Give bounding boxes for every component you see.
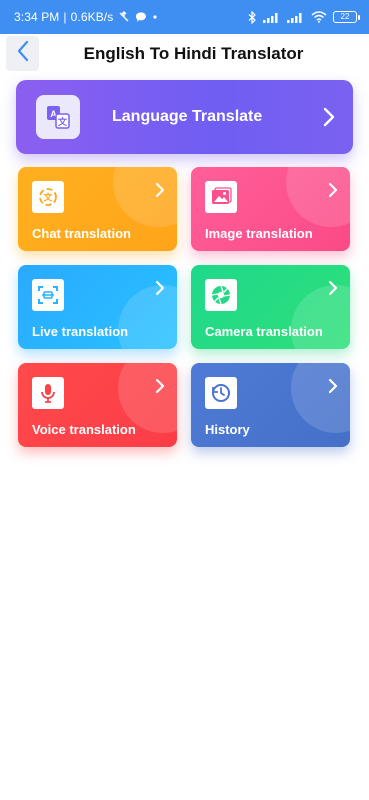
scan-icon bbox=[32, 279, 64, 311]
signal-icon bbox=[263, 12, 281, 23]
chevron-right-icon bbox=[323, 107, 335, 132]
chat-translation-button[interactable]: 文 Chat translation bbox=[18, 167, 177, 251]
battery-icon: 22 bbox=[333, 11, 360, 23]
card-label: Image translation bbox=[205, 226, 313, 241]
chevron-right-icon bbox=[328, 280, 338, 301]
status-left: 3:34 PM | 0.6KB/s bbox=[14, 10, 248, 24]
battery-level: 22 bbox=[340, 12, 350, 21]
language-translate-button[interactable]: A 文 Language Translate bbox=[16, 80, 353, 154]
svg-text:文: 文 bbox=[57, 116, 68, 128]
status-bar: 3:34 PM | 0.6KB/s 22 bbox=[0, 0, 369, 34]
status-time: 3:34 PM bbox=[14, 10, 60, 24]
image-translation-button[interactable]: Image translation bbox=[191, 167, 350, 251]
decor-bubble bbox=[291, 363, 350, 433]
no-data-icon bbox=[117, 10, 131, 24]
chat-translate-icon: 文 bbox=[32, 181, 64, 213]
decor-bubble bbox=[291, 285, 350, 349]
card-label: Live translation bbox=[32, 324, 129, 339]
svg-text:文: 文 bbox=[42, 192, 53, 204]
microphone-icon bbox=[32, 377, 64, 409]
translate-icon: A 文 bbox=[36, 95, 80, 139]
language-translate-label: Language Translate bbox=[112, 108, 263, 125]
signal-icon bbox=[287, 12, 305, 23]
chevron-right-icon bbox=[328, 182, 338, 203]
chat-bubble-icon bbox=[135, 11, 147, 23]
chevron-right-icon bbox=[328, 378, 338, 399]
camera-translation-button[interactable]: Camera translation bbox=[191, 265, 350, 349]
app-header: English To Hindi Translator bbox=[0, 34, 369, 74]
chevron-right-icon bbox=[155, 182, 165, 203]
wifi-icon bbox=[311, 11, 327, 23]
chevron-right-icon bbox=[155, 378, 165, 399]
status-speed: 0.6KB/s bbox=[70, 10, 114, 24]
card-label: Chat translation bbox=[32, 226, 131, 241]
card-label: Camera translation bbox=[205, 324, 323, 339]
decor-bubble bbox=[113, 167, 177, 227]
live-translation-button[interactable]: Live translation bbox=[18, 265, 177, 349]
dot-icon bbox=[151, 13, 159, 21]
voice-translation-button[interactable]: Voice translation bbox=[18, 363, 177, 447]
decor-bubble bbox=[286, 167, 350, 227]
status-separator: | bbox=[63, 10, 67, 24]
chevron-right-icon bbox=[155, 280, 165, 301]
image-icon bbox=[205, 181, 237, 213]
card-label: Voice translation bbox=[32, 422, 136, 437]
page-title: English To Hindi Translator bbox=[83, 44, 304, 63]
decor-bubble bbox=[118, 285, 177, 349]
chevron-left-icon bbox=[16, 40, 30, 67]
back-button[interactable] bbox=[6, 36, 39, 71]
history-icon bbox=[205, 377, 237, 409]
history-button[interactable]: History bbox=[191, 363, 350, 447]
card-label: History bbox=[205, 422, 250, 437]
aperture-icon bbox=[205, 279, 237, 311]
status-right: 22 bbox=[248, 10, 360, 24]
bluetooth-icon bbox=[248, 10, 257, 24]
